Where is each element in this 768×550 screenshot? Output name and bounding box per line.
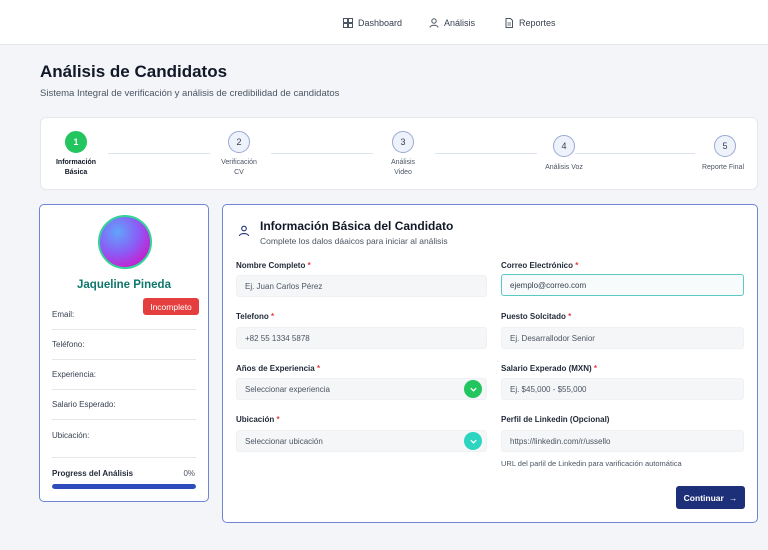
continue-button[interactable]: Continuar →	[676, 486, 745, 509]
step-5-circle[interactable]: 5	[714, 135, 736, 157]
telefono-label: Telefono *	[236, 312, 275, 321]
puesto-label: Puesto Solcitado *	[501, 312, 572, 321]
progress-stepper: 1 Información Básica 2 Verificación CV 3…	[40, 117, 758, 190]
profile-row-email: Email:	[52, 300, 196, 330]
step-1-circle[interactable]: 1	[65, 131, 87, 153]
progress-value: 0%	[183, 469, 195, 478]
linkedin-label: Perfil de Linkedin (Opcional)	[501, 415, 610, 424]
step-connector	[435, 153, 537, 154]
nombre-input[interactable]: Ej. Juan Carlos Pérez	[236, 275, 487, 297]
step-2-circle[interactable]: 2	[228, 131, 250, 153]
puesto-input[interactable]: Ej. Desarrallodor Senior	[501, 327, 744, 349]
experiencia-label: Años de Experiencia *	[236, 364, 321, 373]
step-connector	[271, 153, 373, 154]
chevron-down-icon	[469, 387, 477, 392]
ubicacion-label: Ubicación *	[236, 415, 280, 424]
nav-dashboard[interactable]: Dashboard	[343, 16, 402, 30]
progress-bar	[52, 484, 196, 489]
step-4-circle[interactable]: 4	[553, 135, 575, 157]
arrow-right-icon: →	[728, 492, 738, 503]
profile-row-ubicacion: Ubicación:	[52, 430, 90, 440]
page-subtitle: Sistema Integral de verificación y análi…	[40, 88, 340, 99]
page-title: Análisis de Candidatos	[40, 62, 228, 81]
step-connector	[575, 153, 695, 154]
top-navigation: Dashboard Análisis Reportes	[0, 0, 768, 45]
continue-button-label: Continuar	[683, 492, 724, 503]
step-3-label: Análisis Video	[390, 159, 416, 176]
correo-label: Correo Electrónico *	[501, 261, 579, 270]
nav-analisis[interactable]: Análisis	[429, 16, 475, 30]
step-3-circle[interactable]: 3	[392, 131, 414, 153]
linkedin-input[interactable]: https://linkedin.com/r/ussello	[501, 430, 744, 452]
candidate-name: Jaqueline Pineda	[77, 279, 171, 291]
experiencia-select[interactable]: Seleccionar experiencia	[236, 378, 487, 400]
candidate-profile-card: Jaqueline Pineda Incompleto Email: Teléf…	[39, 204, 209, 502]
progress-bar-fill	[52, 484, 196, 489]
step-4-label: Análisis Voz	[545, 164, 583, 171]
salario-input[interactable]: Ej. $45,000 - $55,000	[501, 378, 744, 400]
form-subtitle: Complete los dalos dáaicos para iniciar …	[260, 236, 448, 246]
document-icon	[505, 18, 513, 28]
salario-label: Salario Experado (MXN) *	[501, 364, 598, 373]
nav-reportes[interactable]: Reportes	[504, 16, 556, 30]
nav-reportes-label: Reportes	[519, 18, 556, 28]
correo-input[interactable]: ejemplo@correo.com	[501, 274, 744, 296]
step-1-label: Información Básica	[55, 159, 97, 176]
form-title: Información Básica del Candidato	[260, 219, 454, 233]
profile-row-experiencia: Experiencia:	[52, 360, 196, 390]
profile-row-salario: Salario Esperado:	[52, 390, 196, 420]
basic-info-form: Información Básica del Candidato Complet…	[222, 204, 758, 523]
ubicacion-select[interactable]: Seleccionar ubicación	[236, 430, 487, 452]
avatar	[98, 215, 152, 269]
nombre-label: Nombre Completo *	[236, 261, 311, 270]
linkedin-helper-text: URL del parlil de Linkedin para varifica…	[501, 459, 682, 468]
telefono-input[interactable]: +82 55 1334 5878	[236, 327, 487, 349]
user-icon	[429, 18, 439, 28]
step-2-label: Verificación CV	[221, 159, 257, 176]
dashboard-icon	[343, 18, 353, 28]
step-5-label: Reporte Final	[701, 164, 745, 171]
progress-label: Progress del Análisis	[52, 469, 134, 478]
user-icon	[238, 225, 250, 237]
chevron-down-icon	[469, 439, 477, 444]
nav-analisis-label: Análisis	[444, 18, 476, 28]
profile-row-telefono: Teléfono:	[52, 330, 196, 360]
nav-dashboard-label: Dashboard	[358, 18, 403, 28]
ubicacion-dropdown-button[interactable]	[464, 432, 482, 450]
divider	[52, 457, 196, 458]
experiencia-dropdown-button[interactable]	[464, 380, 482, 398]
step-connector	[108, 153, 210, 154]
